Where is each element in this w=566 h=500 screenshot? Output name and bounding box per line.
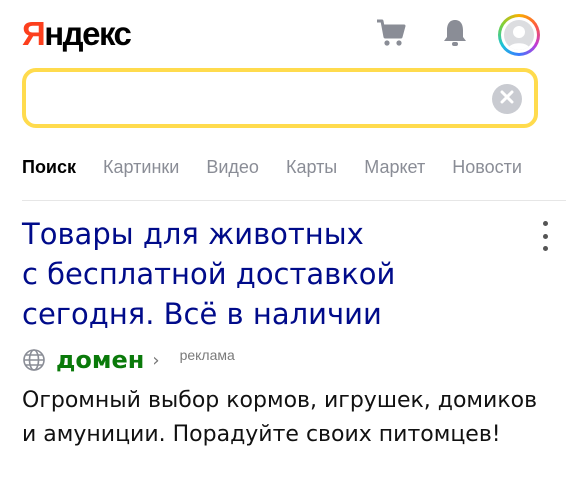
logo-rest: ндекс	[44, 15, 132, 52]
tabs-divider	[22, 200, 566, 201]
ad-label: реклама	[179, 347, 235, 363]
kebab-dot	[542, 233, 548, 239]
chevron-right-icon[interactable]: ›	[152, 350, 159, 371]
tab-market[interactable]: Маркет	[364, 154, 425, 180]
logo-first-letter: Я	[22, 15, 46, 52]
search-box	[22, 68, 538, 128]
avatar[interactable]	[498, 14, 540, 56]
result-domain-link[interactable]: домен	[56, 346, 144, 374]
tab-images[interactable]: Картинки	[103, 154, 179, 180]
kebab-dot	[542, 221, 548, 226]
tab-news[interactable]: Новости	[452, 154, 522, 180]
more-options-button[interactable]	[533, 221, 557, 251]
result-title-line: сегодня. Всё в наличии	[22, 297, 382, 331]
globe-icon	[22, 347, 48, 373]
result-snippet: Огромный выбор кормов, игрушек, домиков …	[22, 388, 538, 447]
tab-video[interactable]: Видео	[206, 154, 259, 180]
tab-search[interactable]: Поиск	[22, 154, 76, 180]
result-title-line: Товары для животных	[22, 217, 364, 251]
cart-icon	[376, 19, 406, 52]
kebab-dot	[542, 246, 548, 251]
result-source: домен › реклама	[22, 344, 235, 376]
serp-page: Яндекс Поиск Картинки Видео Карты Маркет…	[0, 0, 566, 500]
bell-icon	[442, 18, 468, 53]
cart-button[interactable]	[374, 18, 408, 52]
result-title-link[interactable]: Товары для животных с бесплатной доставк…	[22, 214, 502, 334]
clear-search-button[interactable]	[492, 84, 522, 114]
notifications-button[interactable]	[438, 18, 472, 52]
search-tabs: Поиск Картинки Видео Карты Маркет Новост…	[22, 154, 544, 180]
search-input[interactable]	[42, 82, 466, 116]
close-icon	[500, 90, 514, 109]
result-title-line: с бесплатной доставкой	[22, 257, 396, 291]
tab-maps[interactable]: Карты	[286, 154, 337, 180]
user-icon	[504, 20, 534, 50]
yandex-logo[interactable]: Яндекс	[22, 14, 132, 54]
